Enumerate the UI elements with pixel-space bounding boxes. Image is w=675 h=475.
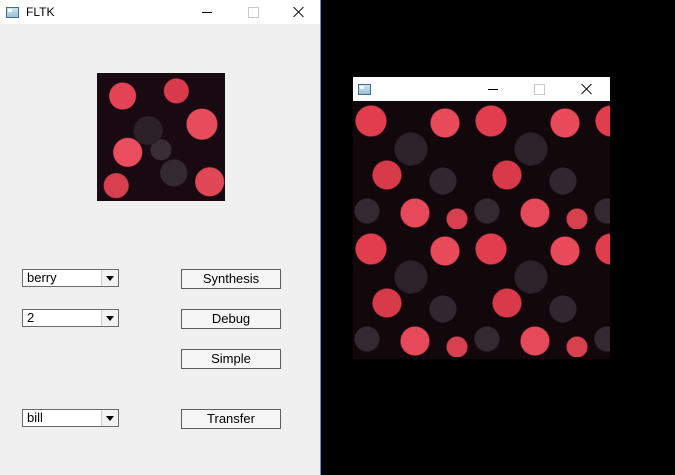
maximize-icon bbox=[533, 83, 545, 95]
title-bar[interactable]: FLTK bbox=[0, 0, 320, 24]
synthesis-button[interactable]: Synthesis bbox=[181, 269, 281, 289]
maximize-button[interactable] bbox=[230, 0, 276, 24]
maximize-icon bbox=[247, 6, 259, 18]
texture-dropdown-value: berry bbox=[27, 270, 57, 285]
synthesized-texture-image bbox=[353, 101, 610, 359]
level-dropdown-value: 2 bbox=[27, 310, 35, 325]
minimize-icon bbox=[202, 11, 212, 13]
texture-dropdown[interactable]: berry bbox=[22, 269, 119, 287]
minimize-icon bbox=[488, 88, 498, 90]
window-app-icon bbox=[358, 83, 371, 95]
transfer-dropdown-value: bill bbox=[27, 410, 43, 425]
transfer-button[interactable]: Transfer bbox=[181, 409, 281, 429]
close-button[interactable] bbox=[276, 0, 322, 24]
maximize-button[interactable] bbox=[516, 77, 562, 101]
window-title: FLTK bbox=[26, 5, 55, 19]
transfer-dropdown[interactable]: bill bbox=[22, 409, 119, 427]
texture-preview-image bbox=[97, 73, 225, 201]
level-dropdown[interactable]: 2 bbox=[22, 309, 119, 327]
fltk-main-window: FLTK berry Synthesis 2 Debug Simple bill… bbox=[0, 0, 321, 475]
title-bar[interactable] bbox=[353, 77, 610, 101]
result-image-window bbox=[353, 77, 610, 359]
close-icon bbox=[581, 83, 593, 95]
chevron-down-icon[interactable] bbox=[101, 410, 118, 426]
minimize-button[interactable] bbox=[470, 77, 516, 101]
close-button[interactable] bbox=[564, 77, 610, 101]
simple-button[interactable]: Simple bbox=[181, 349, 281, 369]
debug-button[interactable]: Debug bbox=[181, 309, 281, 329]
chevron-down-icon[interactable] bbox=[101, 310, 118, 326]
chevron-down-icon[interactable] bbox=[101, 270, 118, 286]
minimize-button[interactable] bbox=[184, 0, 230, 24]
window-app-icon bbox=[6, 6, 19, 18]
close-icon bbox=[293, 6, 305, 18]
